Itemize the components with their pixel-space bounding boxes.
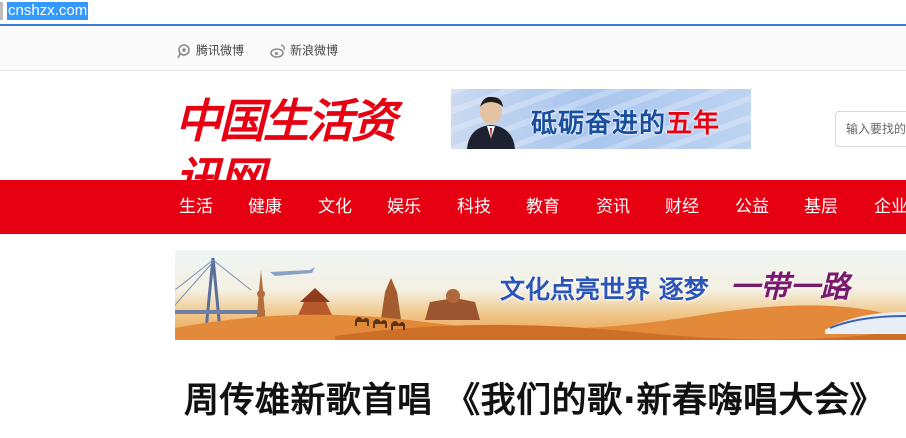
nav-item-finance[interactable]: 财经: [665, 180, 699, 234]
nav-item-charity[interactable]: 公益: [735, 180, 769, 234]
banner1-text: 砥砺奋进的: [531, 109, 667, 139]
tencent-weibo-icon: [177, 43, 190, 58]
site-logo[interactable]: 中国生活资讯网: [175, 92, 397, 206]
search-box[interactable]: [835, 111, 906, 147]
banner1-caption: 砥砺奋进的五年: [531, 103, 720, 140]
nav-item-news[interactable]: 资讯: [596, 180, 630, 234]
tencent-weibo-link[interactable]: 腾讯微博: [176, 42, 244, 58]
ad-banner-belt-road[interactable]: 文化点亮世界 逐梦 一带一路: [175, 250, 906, 340]
banner2-text: 文化点亮世界 逐梦: [500, 275, 709, 304]
nav-item-tech[interactable]: 科技: [457, 180, 491, 234]
nav-item-grassroots[interactable]: 基层: [804, 180, 838, 234]
nav-item-health[interactable]: 健康: [248, 180, 282, 234]
sina-weibo-icon: [270, 43, 285, 58]
ad-banner-five-years[interactable]: 砥砺奋进的五年: [451, 89, 751, 149]
sina-weibo-label: 新浪微博: [290, 43, 339, 58]
banner2-calligraphy: 一带一路: [730, 270, 850, 305]
tencent-weibo-label: 腾讯微博: [196, 43, 245, 58]
article-headline[interactable]: 周传雄新歌首唱 《我们的歌·新春嗨唱大会》: [184, 372, 885, 423]
portrait-image: [467, 96, 515, 149]
url-text[interactable]: cnshzx.com: [7, 2, 89, 20]
nav-item-entertainment[interactable]: 娱乐: [387, 180, 421, 234]
nav-item-education[interactable]: 教育: [526, 180, 560, 234]
nav-item-life[interactable]: 生活: [179, 180, 213, 234]
top-link-bar: 腾讯微博 新浪微博: [0, 26, 906, 71]
main-nav: 生活 健康 文化 娱乐 科技 教育 资讯 财经 公益 基层 企业: [0, 180, 906, 234]
address-bar[interactable]: cnshzx.com: [0, 0, 906, 26]
search-input[interactable]: [836, 112, 906, 146]
nav-item-enterprise[interactable]: 企业: [874, 180, 906, 234]
nav-item-culture[interactable]: 文化: [318, 180, 352, 234]
banner1-highlight: 五年: [666, 109, 721, 139]
address-bar-edge: [0, 2, 3, 20]
sina-weibo-link[interactable]: 新浪微博: [270, 42, 338, 58]
